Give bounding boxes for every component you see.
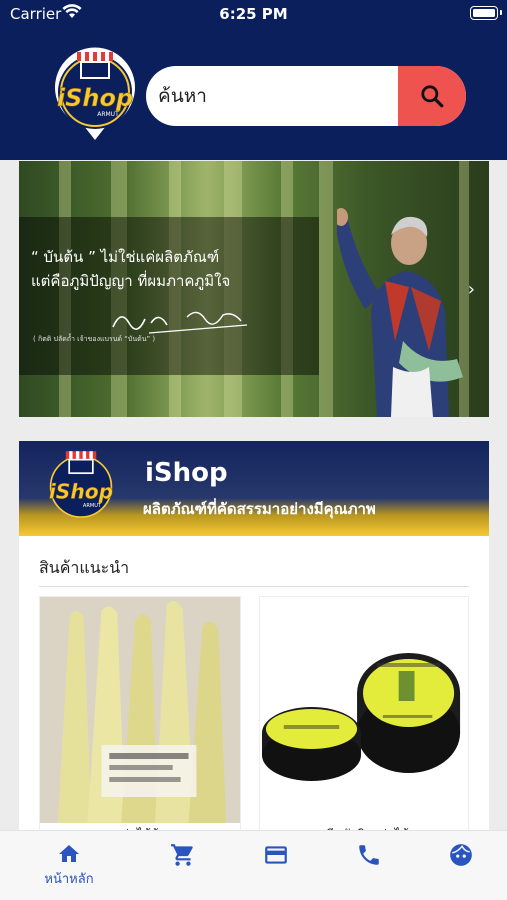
nav-profile[interactable] [421,831,501,900]
product-image [260,597,468,823]
quote-line-1: “ บันต้น ” ไม่ใช่แค่ผลิตภัณฑ์ [31,248,220,266]
app-header: Carrier 6:25 PM iShop ARMUT [0,0,507,160]
nav-cart[interactable] [143,831,223,900]
status-bar: Carrier 6:25 PM [0,0,507,30]
bottom-navigation: หน้าหลัก [0,830,507,900]
divider [39,586,469,587]
search-input[interactable] [146,66,398,126]
search-bar [146,66,466,126]
chevron-right-icon[interactable]: › [468,279,475,300]
product-image [40,597,240,823]
credit-card-icon [265,846,287,864]
battery-icon [470,6,502,20]
nav-payment[interactable] [236,831,316,900]
quote-overlay [19,217,319,375]
product-card[interactable]: หน่อไม้ต้ม [39,596,241,841]
ishop-logo: iShop ARMUT [49,451,113,518]
quote-credit: ( กิตติ ปลัดถ้ำ เจ้าของแบรนด์ “บันต้น” ) [33,335,156,343]
banner-title: iShop [145,458,228,488]
clock: 6:25 PM [219,5,288,23]
search-button[interactable] [398,66,466,126]
quote-line-2: แต่คือภูมิปัญญา ที่ผมภาคภูมิใจ [31,272,231,290]
svg-text:ARMUT: ARMUT [83,503,102,509]
promo-banner-ishop[interactable]: iShop ARMUT iShop ผลิตภัณฑ์ที่คัดสรรมาอย… [19,441,489,536]
face-icon [450,844,472,866]
ishop-logo[interactable]: iShop ARMUT [50,46,140,142]
recommended-section: สินค้าแนะนำ หน่อไม้ต้ม [19,536,489,841]
product-card[interactable]: ครีมขัดผิวหน่อไม้ [259,596,469,841]
svg-text:ARMUT: ARMUT [97,111,119,118]
bamboo-stalk [319,161,333,417]
nav-home-label: หน้าหลัก [44,872,94,887]
nav-home[interactable]: หน้าหลัก [29,831,109,900]
farmer-photo [337,208,463,417]
search-icon [421,85,444,108]
svg-text:iShop: iShop [49,480,113,504]
phone-icon [359,845,379,865]
home-icon [59,845,79,862]
cart-icon [171,844,193,866]
banner-subtitle: ผลิตภัณฑ์ที่คัดสรรมาอย่างมีคุณภาพ [143,500,376,518]
promo-banner-bantoon[interactable]: “ บันต้น ” ไม่ใช่แค่ผลิตภัณฑ์ แต่คือภูมิ… [19,161,489,417]
nav-contact[interactable] [329,831,409,900]
svg-text:iShop: iShop [57,84,133,112]
signature-image [112,311,248,334]
section-title: สินค้าแนะนำ [39,558,130,577]
